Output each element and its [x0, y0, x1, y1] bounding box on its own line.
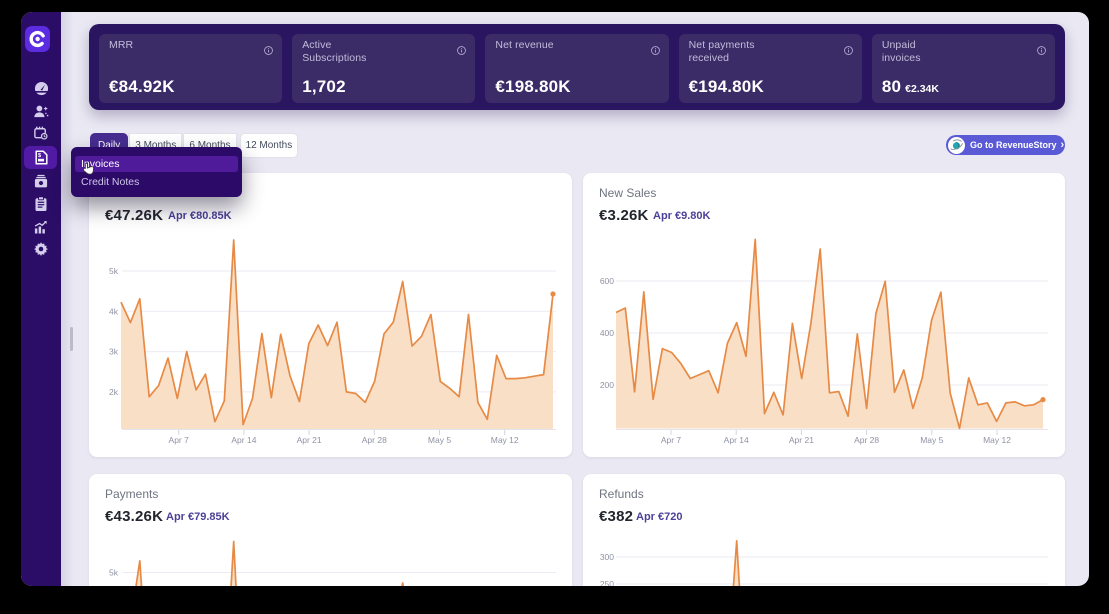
svg-text:4k: 4k [109, 306, 119, 316]
svg-text:Apr 21: Apr 21 [789, 435, 814, 445]
svg-text:Apr 14: Apr 14 [231, 435, 256, 445]
svg-text:Apr 14: Apr 14 [724, 435, 749, 445]
svg-text:Apr 28: Apr 28 [362, 435, 387, 445]
svg-text:May 5: May 5 [920, 435, 943, 445]
svg-text:400: 400 [600, 328, 614, 338]
svg-text:2k: 2k [109, 387, 119, 397]
svg-text:600: 600 [600, 276, 614, 286]
svg-text:200: 200 [600, 380, 614, 390]
svg-text:3k: 3k [109, 347, 119, 357]
svg-text:5k: 5k [109, 568, 119, 578]
svg-text:Apr 7: Apr 7 [661, 435, 682, 445]
svg-text:250: 250 [600, 579, 614, 586]
svg-text:300: 300 [600, 552, 614, 562]
svg-text:May 12: May 12 [983, 435, 1011, 445]
svg-text:$: $ [38, 153, 42, 159]
svg-text:May 12: May 12 [491, 435, 519, 445]
svg-text:5k: 5k [109, 266, 119, 276]
svg-text:Apr 21: Apr 21 [297, 435, 322, 445]
svg-text:Apr 7: Apr 7 [169, 435, 190, 445]
svg-text:Apr 28: Apr 28 [854, 435, 879, 445]
svg-text:May 5: May 5 [428, 435, 451, 445]
